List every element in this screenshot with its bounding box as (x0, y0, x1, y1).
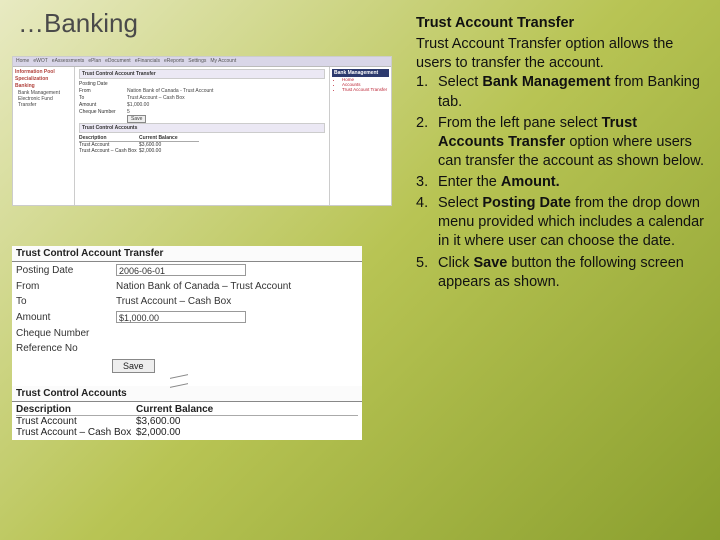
transfer-form: Trust Control Account Transfer Posting D… (12, 246, 362, 440)
instructions-intro: Trust Account Transfer option allows the… (416, 35, 706, 73)
mini-label: Posting Date (79, 81, 127, 87)
table-header: Description (16, 404, 136, 415)
mini-table: DescriptionCurrent Balance Trust Account… (79, 135, 325, 154)
form-section-header: Trust Control Accounts (12, 386, 362, 402)
from-label: From (16, 281, 116, 292)
instruction-step: 5.Click Save button the following screen… (416, 254, 706, 292)
mini-tabs: Home eWOT eAssessments ePlan eDocument e… (13, 57, 391, 67)
form-section-header: Trust Control Account Transfer (12, 246, 362, 262)
mini-label: From (79, 88, 127, 94)
mini-tab: Settings (188, 58, 206, 65)
table-cell: Trust Account – Cash Box (16, 427, 136, 438)
amount-field[interactable]: $1,000.00 (116, 311, 246, 323)
to-value: Trust Account – Cash Box (116, 296, 358, 307)
posting-date-field[interactable]: 2006-06-01 (116, 264, 246, 276)
instructions-list: 1.Select Bank Management from Banking ta… (416, 73, 706, 291)
mini-left-item: Electronic Fund Transfer (18, 96, 72, 108)
mini-th: Current Balance (139, 135, 199, 142)
amount-label: Amount (16, 312, 116, 323)
instructions-panel: Trust Account Transfer Trust Account Tra… (416, 14, 706, 294)
to-label: To (16, 296, 116, 307)
mini-value: Trust Account – Cash Box (127, 95, 185, 101)
instruction-step: 2.From the left pane select Trust Accoun… (416, 114, 706, 171)
slide-title: …Banking (18, 8, 138, 39)
mini-td: Trust Account – Cash Box (79, 148, 139, 154)
mini-section-title: Trust Control Accounts (79, 123, 325, 133)
mini-tab: eWOT (33, 58, 47, 65)
mini-left-header: Information Pool (15, 69, 72, 75)
mini-value: Nation Bank of Canada - Trust Account (127, 88, 213, 94)
mini-right-item: Trust Account Transfer (342, 87, 389, 92)
mini-right-header: Bank Management (332, 69, 389, 77)
instruction-step: 1.Select Bank Management from Banking ta… (416, 73, 706, 111)
mini-tab: eReports (164, 58, 184, 65)
mini-save-button[interactable]: Save (127, 115, 146, 123)
mini-left-pane: Information Pool Specialization Banking … (13, 67, 75, 205)
mini-main-pane: Trust Control Account Transfer Posting D… (75, 67, 329, 205)
cheque-number-label: Cheque Number (16, 328, 116, 339)
accounts-table: DescriptionCurrent Balance Trust Account… (12, 402, 362, 440)
mini-label: To (79, 95, 127, 101)
mini-td: $2,000.00 (139, 148, 199, 154)
left-column: Home eWOT eAssessments ePlan eDocument e… (12, 56, 394, 440)
mini-left-header: Banking (15, 83, 72, 89)
mini-tab: ePlan (88, 58, 101, 65)
mini-left-header: Specialization (15, 76, 72, 82)
posting-date-label: Posting Date (16, 265, 116, 276)
save-button[interactable]: Save (112, 359, 155, 373)
table-cell: $3,600.00 (136, 416, 236, 427)
mini-tab: eAssessments (52, 58, 85, 65)
mini-value: $1,000.00 (127, 102, 149, 108)
table-header: Current Balance (136, 404, 236, 415)
mini-section-title: Trust Control Account Transfer (79, 69, 325, 79)
mini-right-pane: Bank Management Home Accounts Trust Acco… (329, 67, 391, 205)
from-value: Nation Bank of Canada – Trust Account (116, 281, 358, 292)
mini-tab: eFinancials (135, 58, 160, 65)
table-cell: $2,000.00 (136, 427, 236, 438)
instructions-heading: Trust Account Transfer (416, 14, 706, 33)
mini-th: Description (79, 135, 139, 142)
app-mini-screenshot: Home eWOT eAssessments ePlan eDocument e… (12, 56, 392, 206)
mini-tab: eDocument (105, 58, 131, 65)
instruction-step: 3.Enter the Amount. (416, 173, 706, 192)
reference-no-label: Reference No (16, 343, 116, 354)
mini-label: Amount (79, 102, 127, 108)
section-divider (12, 376, 362, 386)
mini-tab: Home (16, 58, 29, 65)
mini-tab: My Account (210, 58, 236, 65)
instruction-step: 4.Select Posting Date from the drop down… (416, 194, 706, 251)
table-cell: Trust Account (16, 416, 136, 427)
mini-label: Cheque Number (79, 109, 127, 115)
